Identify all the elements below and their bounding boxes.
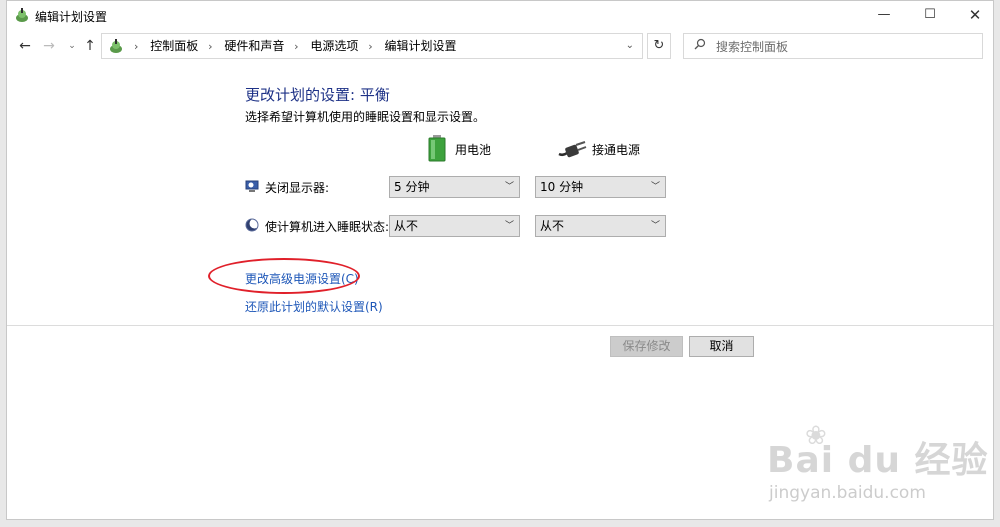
page-title: 更改计划的设置: 平衡: [245, 86, 390, 104]
sleep-plugged-in-select[interactable]: 从不 ﹀: [535, 215, 666, 237]
breadcrumb-control-panel[interactable]: 控制面板: [150, 39, 198, 53]
cancel-button[interactable]: 取消: [689, 336, 754, 357]
moon-icon: [245, 218, 260, 232]
plugged-in-column-label: 接通电源: [592, 143, 641, 157]
breadcrumb-hardware-and-sound[interactable]: 硬件和声音: [224, 39, 284, 53]
close-button[interactable]: ✕: [953, 1, 997, 29]
up-button[interactable]: ↑: [80, 36, 100, 56]
display-battery-value: 5 分钟: [394, 180, 430, 194]
breadcrumb-separator: ›: [134, 40, 139, 53]
refresh-button[interactable]: ↻: [647, 33, 671, 59]
sleep-label: 使计算机进入睡眠状态:: [265, 220, 390, 234]
watermark-main-text: Bai du 经验: [767, 440, 989, 481]
watermark-url-text: jingyan.baidu.com: [769, 483, 926, 503]
edit-plan-window: 编辑计划设置 — ☐ ✕ ← → ⌄ ↑ › 控制面板 › 硬件和声音 › 电源…: [6, 0, 994, 520]
search-box[interactable]: [683, 33, 983, 59]
display-plugged-in-value: 10 分钟: [540, 180, 584, 194]
breadcrumb-separator[interactable]: ›: [208, 40, 212, 53]
save-changes-button[interactable]: 保存修改: [610, 336, 683, 357]
search-input[interactable]: [714, 37, 978, 57]
recent-locations-button[interactable]: ⌄: [62, 36, 82, 56]
forward-button[interactable]: →: [39, 36, 59, 56]
breadcrumb-power-options[interactable]: 电源选项: [310, 39, 358, 53]
minimize-button[interactable]: —: [862, 1, 906, 29]
power-plug-icon: [558, 141, 587, 158]
power-options-icon: [14, 7, 30, 23]
display-battery-select[interactable]: 5 分钟 ﹀: [389, 176, 520, 198]
control-panel-icon: [108, 38, 124, 54]
display-plugged-in-select[interactable]: 10 分钟 ﹀: [535, 176, 666, 198]
red-annotation-ellipse: [208, 258, 360, 294]
chevron-down-icon: ﹀: [650, 182, 660, 192]
sleep-battery-value: 从不: [394, 219, 419, 233]
back-button[interactable]: ←: [15, 36, 35, 56]
monitor-icon: [245, 179, 259, 193]
breadcrumb-separator[interactable]: ›: [368, 40, 372, 53]
battery-column-label: 用电池: [455, 143, 492, 157]
baidu-jingyan-watermark: ❀ Bai du 经验 jingyan.baidu.com: [767, 421, 997, 516]
breadcrumb-edit-plan-settings[interactable]: 编辑计划设置: [384, 39, 456, 53]
sleep-plugged-in-value: 从不: [540, 219, 565, 233]
title-bar: 编辑计划设置 — ☐ ✕: [7, 1, 993, 29]
search-icon: [694, 38, 706, 53]
breadcrumb: › 控制面板 › 硬件和声音 › 电源选项 › 编辑计划设置: [128, 34, 456, 58]
turn-off-display-label: 关闭显示器:: [265, 181, 330, 195]
chevron-down-icon: ﹀: [504, 221, 514, 231]
battery-icon: [428, 135, 446, 162]
window-title: 编辑计划设置: [35, 10, 108, 24]
chevron-down-icon: ﹀: [650, 221, 660, 231]
navigation-bar: ← → ⌄ ↑ › 控制面板 › 硬件和声音 › 电源选项 › 编辑计划设置 ⌄…: [7, 31, 993, 61]
divider: [7, 325, 993, 326]
sleep-battery-select[interactable]: 从不 ﹀: [389, 215, 520, 237]
maximize-button[interactable]: ☐: [908, 1, 952, 29]
restore-defaults-link[interactable]: 还原此计划的默认设置(R): [245, 298, 383, 315]
address-bar[interactable]: › 控制面板 › 硬件和声音 › 电源选项 › 编辑计划设置 ⌄: [101, 33, 643, 59]
chevron-down-icon: ﹀: [504, 182, 514, 192]
breadcrumb-separator[interactable]: ›: [294, 40, 298, 53]
address-dropdown-icon[interactable]: ⌄: [626, 34, 634, 58]
page-description: 选择希望计算机使用的睡眠设置和显示设置。: [245, 110, 486, 124]
